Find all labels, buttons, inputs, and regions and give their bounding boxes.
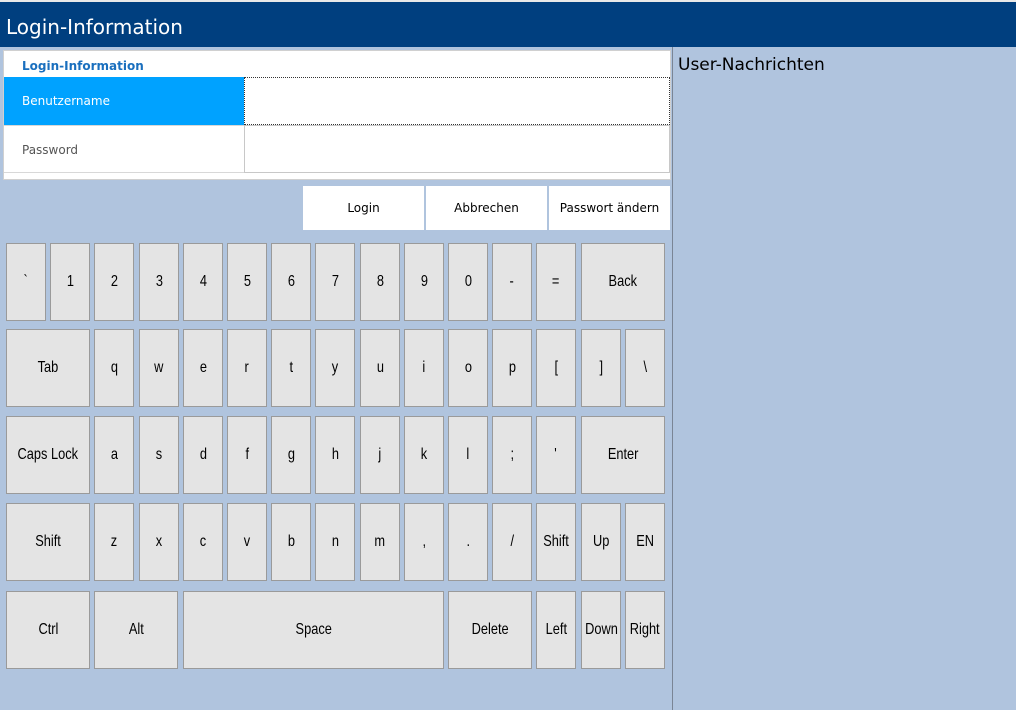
key-g[interactable]: g xyxy=(271,416,311,494)
key-space[interactable]: Space xyxy=(183,591,444,669)
username-input[interactable] xyxy=(244,77,670,125)
key-v[interactable]: v xyxy=(227,503,267,581)
key-t[interactable]: t xyxy=(271,329,311,407)
key-w[interactable]: w xyxy=(139,329,179,407)
key-sym-0-0[interactable]: ` xyxy=(6,243,46,321)
key-3[interactable]: 3 xyxy=(139,243,179,321)
key-sym-3-9[interactable]: . xyxy=(448,503,488,581)
key-7[interactable]: 7 xyxy=(315,243,355,321)
key-q[interactable]: q xyxy=(94,329,134,407)
key-p[interactable]: p xyxy=(492,329,532,407)
key-a[interactable]: a xyxy=(94,416,134,494)
password-label[interactable]: Password xyxy=(4,125,244,173)
key-6[interactable]: 6 xyxy=(271,243,311,321)
cancel-button[interactable]: Abbrechen xyxy=(426,186,547,230)
login-pane: Login-Information Benutzername Password … xyxy=(0,47,673,710)
window-title: Login-Information xyxy=(0,0,1016,47)
key-caps-lock[interactable]: Caps Lock xyxy=(6,416,90,494)
key-sym-0-12[interactable]: = xyxy=(536,243,576,321)
password-row: Password xyxy=(4,125,671,173)
key-k[interactable]: k xyxy=(404,416,444,494)
key-0[interactable]: 0 xyxy=(448,243,488,321)
key-alt[interactable]: Alt xyxy=(94,591,178,669)
key-sym-2-11[interactable]: ' xyxy=(536,416,576,494)
key-delete[interactable]: Delete xyxy=(448,591,532,669)
key-2[interactable]: 2 xyxy=(94,243,134,321)
key-u[interactable]: u xyxy=(360,329,400,407)
key-9[interactable]: 9 xyxy=(404,243,444,321)
key-en[interactable]: EN xyxy=(625,503,665,581)
key-l[interactable]: l xyxy=(448,416,488,494)
key-sym-3-8[interactable]: , xyxy=(404,503,444,581)
password-input[interactable] xyxy=(244,125,670,173)
login-form: Login-Information Benutzername Password xyxy=(3,50,671,180)
key-up[interactable]: Up xyxy=(581,503,621,581)
key-8[interactable]: 8 xyxy=(360,243,400,321)
key-o[interactable]: o xyxy=(448,329,488,407)
key-j[interactable]: j xyxy=(360,416,400,494)
login-header: Login-Information xyxy=(22,59,144,73)
key-n[interactable]: n xyxy=(315,503,355,581)
messages-title: User-Nachrichten xyxy=(678,55,825,75)
username-row: Benutzername xyxy=(4,77,671,125)
key-1[interactable]: 1 xyxy=(50,243,90,321)
key-s[interactable]: s xyxy=(139,416,179,494)
key-z[interactable]: z xyxy=(94,503,134,581)
key-ctrl[interactable]: Ctrl xyxy=(6,591,90,669)
messages-pane: User-Nachrichten xyxy=(673,47,1016,710)
key-back[interactable]: Back xyxy=(581,243,665,321)
key-sym-3-10[interactable]: / xyxy=(492,503,532,581)
key-sym-1-13[interactable]: \ xyxy=(625,329,665,407)
key-sym-0-11[interactable]: - xyxy=(492,243,532,321)
key-c[interactable]: c xyxy=(183,503,223,581)
key-right[interactable]: Right xyxy=(625,591,665,669)
key-down[interactable]: Down xyxy=(581,591,621,669)
key-b[interactable]: b xyxy=(271,503,311,581)
key-h[interactable]: h xyxy=(315,416,355,494)
key-x[interactable]: x xyxy=(139,503,179,581)
key-4[interactable]: 4 xyxy=(183,243,223,321)
key-enter[interactable]: Enter xyxy=(581,416,665,494)
key-f[interactable]: f xyxy=(227,416,267,494)
key-sym-1-12[interactable]: ] xyxy=(581,329,621,407)
key-shift[interactable]: Shift xyxy=(536,503,576,581)
key-d[interactable]: d xyxy=(183,416,223,494)
key-tab[interactable]: Tab xyxy=(6,329,90,407)
key-left[interactable]: Left xyxy=(536,591,576,669)
key-sym-2-10[interactable]: ; xyxy=(492,416,532,494)
key-sym-1-11[interactable]: [ xyxy=(536,329,576,407)
change-password-button[interactable]: Passwort ändern xyxy=(549,186,670,230)
login-window: Login-Information Login-Information Benu… xyxy=(0,0,1016,710)
key-y[interactable]: y xyxy=(315,329,355,407)
key-r[interactable]: r xyxy=(227,329,267,407)
key-i[interactable]: i xyxy=(404,329,444,407)
username-label[interactable]: Benutzername xyxy=(4,77,244,125)
key-shift[interactable]: Shift xyxy=(6,503,90,581)
key-5[interactable]: 5 xyxy=(227,243,267,321)
key-e[interactable]: e xyxy=(183,329,223,407)
login-button[interactable]: Login xyxy=(303,186,424,230)
key-m[interactable]: m xyxy=(360,503,400,581)
